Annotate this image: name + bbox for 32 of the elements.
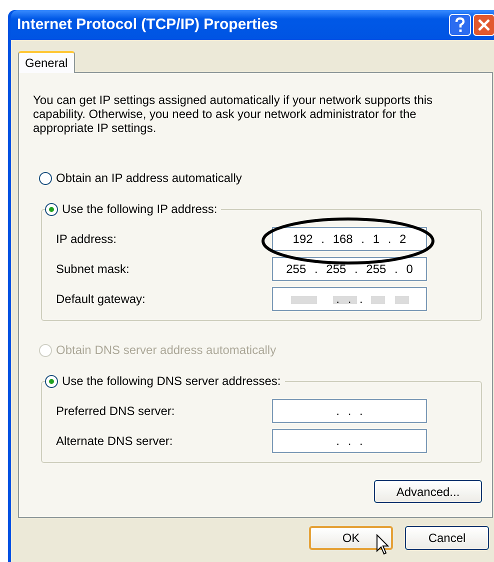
ip-address-value: . . . — [336, 291, 363, 308]
field-label: IP address: — [56, 231, 116, 248]
dialog-button[interactable]: Cancel — [405, 526, 489, 550]
ip-address-field[interactable]: . . . — [272, 287, 427, 311]
intro-text: You can get IP settings assigned automatically if your network supports this capability. Otherwise, you need to ask your network administrator for the appropriate IP settings. — [33, 93, 434, 135]
radio-button[interactable] — [39, 172, 52, 184]
ip-address-value: 192 . 168 . 1 . 2 — [292, 231, 406, 248]
close-icon[interactable] — [473, 14, 494, 36]
ip-address-value: 255 . 255 . 255 . 0 — [286, 261, 413, 278]
ip-address-field[interactable]: 192 . 168 . 1 . 2 — [272, 227, 427, 251]
blur-mask-icon — [291, 294, 409, 306]
ip-address-field[interactable]: . . . — [272, 429, 427, 453]
field-label: Alternate DNS server: — [56, 433, 173, 450]
tab[interactable]: General — [18, 51, 75, 73]
cursor-icon — [376, 534, 390, 556]
field-label: Preferred DNS server: — [56, 403, 175, 420]
field-label: Default gateway: — [56, 291, 146, 308]
ip-address-value: . . . — [336, 433, 363, 450]
radio-label: Use the following IP address: — [62, 201, 218, 218]
ip-address-value: . . . — [336, 403, 363, 420]
ip-address-field[interactable]: . . . — [272, 399, 427, 423]
ip-address-field[interactable]: 255 . 255 . 255 . 0 — [272, 257, 427, 281]
radio-label: Obtain an IP address automatically — [56, 170, 242, 187]
radio-label: Use the following DNS server addresses: — [62, 373, 281, 390]
help-icon[interactable] — [449, 14, 471, 36]
radio-label: Obtain DNS server address automatically — [56, 342, 276, 359]
window-title: Internet Protocol (TCP/IP) Properties — [17, 14, 278, 35]
radio-button[interactable] — [45, 374, 58, 388]
field-label: Subnet mask: — [56, 261, 130, 278]
advanced-button[interactable]: Advanced... — [374, 480, 482, 503]
radio-button[interactable] — [45, 202, 58, 216]
dialog-button[interactable]: OK — [309, 526, 393, 550]
